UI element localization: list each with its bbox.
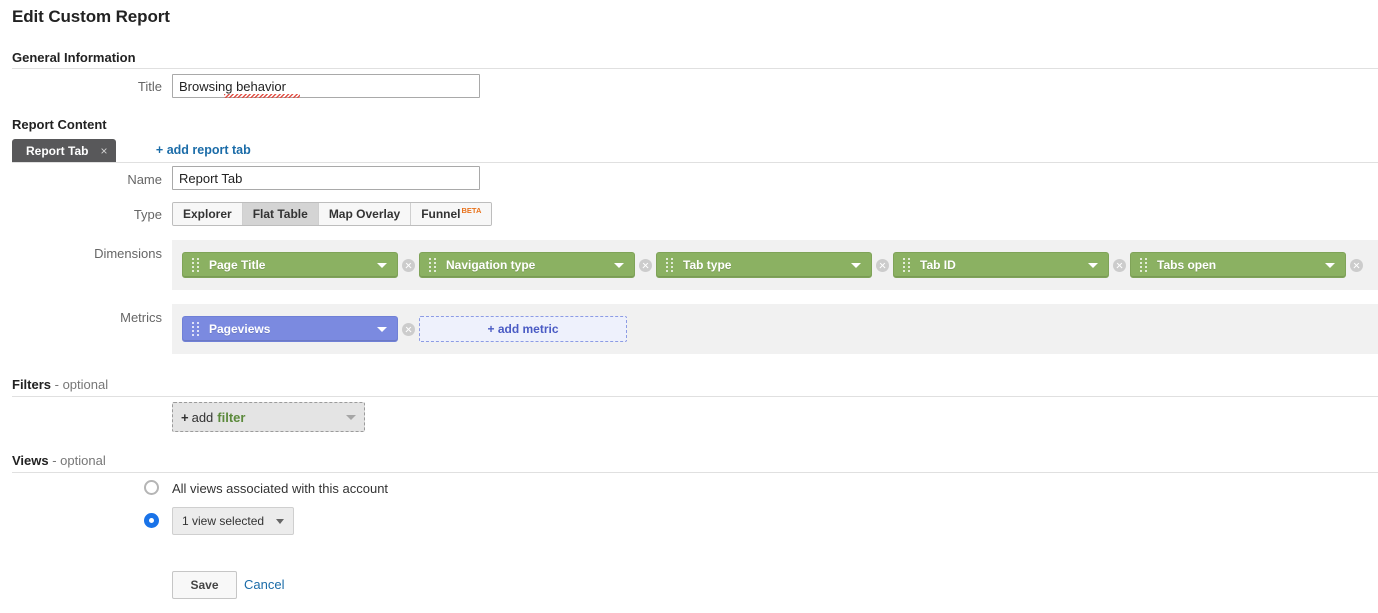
add-report-tab-link[interactable]: + add report tab	[156, 139, 251, 157]
views-select-label: 1 view selected	[182, 514, 265, 528]
filters-heading-text: Filters	[12, 377, 52, 392]
dimension-chip-tab-id[interactable]: Tab ID	[893, 252, 1109, 278]
filters-optional-text: - optional	[51, 377, 109, 392]
type-option-explorer[interactable]: Explorer	[173, 203, 243, 225]
add-filter-add-text: add	[191, 409, 214, 425]
type-option-map-overlay[interactable]: Map Overlay	[318, 203, 412, 225]
dimension-chip-label: Page Title	[209, 258, 266, 272]
chevron-down-icon[interactable]	[1088, 262, 1098, 268]
remove-dimension-icon[interactable]	[639, 258, 652, 272]
metric-chip-label: Pageviews	[209, 322, 271, 336]
dimension-chip-label: Navigation type	[446, 258, 536, 272]
report-content-heading-text: Report Content	[12, 117, 107, 132]
filters-heading: Filters - optional	[12, 377, 108, 392]
drag-handle-icon[interactable]	[900, 258, 912, 272]
type-label: Type	[133, 207, 162, 222]
views-optional-text: - optional	[48, 453, 106, 468]
general-information-heading: General Information	[12, 50, 136, 65]
edit-custom-report-page: Edit Custom Report General Information T…	[0, 0, 1378, 613]
chevron-down-icon[interactable]	[276, 518, 285, 524]
remove-dimension-icon[interactable]	[1350, 258, 1363, 272]
remove-dimension-icon[interactable]	[876, 258, 889, 272]
radio-all-views[interactable]	[144, 480, 159, 495]
dimension-chip-label: Tab type	[683, 258, 732, 272]
filters-divider	[12, 396, 1378, 397]
radio-specific-views[interactable]	[144, 513, 159, 528]
add-filter-filter-text: filter	[217, 409, 246, 425]
add-metric-button[interactable]: + add metric	[419, 316, 627, 342]
name-input[interactable]	[172, 166, 480, 190]
type-option-funnel-label: Funnel	[421, 207, 461, 221]
dimension-chip-navigation-type[interactable]: Navigation type	[419, 252, 635, 278]
views-select-button[interactable]: 1 view selected	[172, 507, 295, 535]
type-option-explorer-label: Explorer	[183, 207, 232, 221]
report-content-heading: Report Content	[12, 117, 107, 132]
cancel-link[interactable]: Cancel	[244, 577, 284, 592]
dimension-chip-label: Tabs open	[1157, 258, 1217, 272]
page-title: Edit Custom Report	[12, 7, 170, 26]
dimension-chip-tab-type[interactable]: Tab type	[656, 252, 872, 278]
report-tab-divider	[12, 162, 1378, 163]
dimension-chip-tabs-open[interactable]: Tabs open	[1130, 252, 1346, 278]
type-option-map-overlay-label: Map Overlay	[328, 207, 401, 221]
views-heading-text: Views	[12, 453, 49, 468]
drag-handle-icon[interactable]	[426, 258, 438, 272]
drag-handle-icon[interactable]	[189, 258, 201, 272]
metrics-panel: Pageviews + add metric	[172, 304, 1378, 354]
report-type-segmented-control: Explorer Flat Table Map Overlay Funnel B…	[172, 202, 493, 226]
general-information-heading-text: General Information	[12, 50, 136, 65]
report-tab[interactable]: Report Tab ×	[12, 139, 117, 162]
report-tab-strip: Report Tab × + add report tab	[12, 139, 251, 162]
radio-all-views-label: All views associated with this account	[172, 481, 389, 496]
type-option-flat-table-label: Flat Table	[252, 207, 308, 221]
drag-handle-icon[interactable]	[1137, 258, 1149, 272]
add-filter-button[interactable]: + add filter	[172, 402, 365, 432]
title-input[interactable]	[172, 74, 480, 98]
title-label: Title	[137, 79, 162, 94]
dimensions-panel: Page Title Navigation type Tab type Tab …	[172, 240, 1378, 290]
type-option-funnel[interactable]: Funnel BETA	[411, 203, 492, 225]
dimension-chip-page-title[interactable]: Page Title	[182, 252, 398, 278]
metric-chip-pageviews[interactable]: Pageviews	[182, 316, 398, 342]
dimensions-label: Dimensions	[94, 246, 162, 261]
type-option-flat-table[interactable]: Flat Table	[242, 203, 319, 225]
save-button[interactable]: Save	[172, 571, 237, 599]
views-heading: Views - optional	[12, 453, 106, 468]
dimension-chip-label: Tab ID	[920, 258, 956, 272]
close-icon[interactable]: ×	[100, 145, 107, 157]
chevron-down-icon[interactable]	[1325, 262, 1335, 268]
name-label: Name	[127, 172, 162, 187]
beta-badge: BETA	[461, 205, 482, 215]
chevron-down-icon[interactable]	[377, 326, 387, 332]
remove-metric-icon[interactable]	[402, 322, 415, 336]
drag-handle-icon[interactable]	[189, 322, 201, 336]
report-tab-label: Report Tab	[26, 143, 89, 158]
drag-handle-icon[interactable]	[663, 258, 675, 272]
chevron-down-icon[interactable]	[346, 414, 356, 420]
chevron-down-icon[interactable]	[851, 262, 861, 268]
chevron-down-icon[interactable]	[377, 262, 387, 268]
remove-dimension-icon[interactable]	[1113, 258, 1126, 272]
views-divider	[12, 472, 1378, 473]
plus-icon: +	[181, 409, 189, 425]
chevron-down-icon[interactable]	[614, 262, 624, 268]
general-information-divider	[12, 68, 1378, 69]
metrics-label: Metrics	[120, 310, 162, 325]
remove-dimension-icon[interactable]	[402, 258, 415, 272]
